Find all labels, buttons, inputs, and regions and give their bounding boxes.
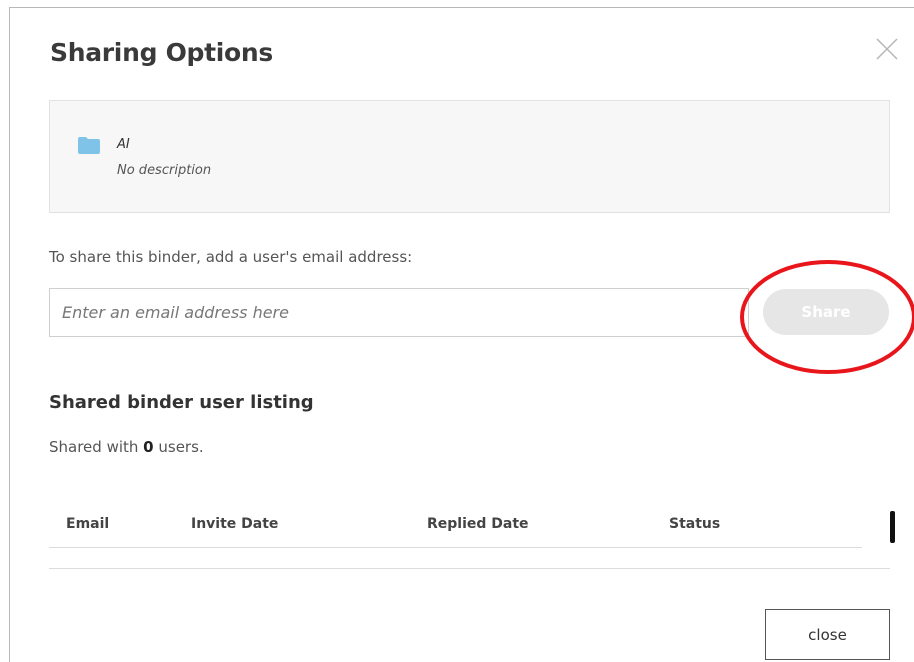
share-button[interactable]: Share	[763, 289, 889, 335]
binder-name: AI	[117, 137, 130, 152]
close-button[interactable]: close	[765, 609, 890, 660]
share-instructions: To share this binder, add a user's email…	[49, 248, 413, 266]
sharing-options-dialog: Sharing Options AI No description To sha…	[9, 7, 914, 662]
column-header-email[interactable]: Email	[66, 516, 109, 532]
column-header-replied-date[interactable]: Replied Date	[427, 516, 529, 532]
listing-title: Shared binder user listing	[49, 392, 314, 413]
binder-info-panel: AI No description	[49, 100, 890, 213]
table-header: Email Invite Date Replied Date Status	[49, 504, 862, 548]
shared-count-number: 0	[143, 438, 154, 456]
table-divider	[49, 568, 890, 569]
email-input[interactable]	[49, 288, 749, 337]
column-header-invite-date[interactable]: Invite Date	[191, 516, 278, 532]
binder-description: No description	[117, 163, 212, 178]
dialog-title: Sharing Options	[50, 38, 273, 67]
close-icon[interactable]	[872, 34, 902, 64]
shared-count-text: Shared with 0 users.	[49, 438, 204, 456]
folder-icon	[78, 137, 100, 154]
column-header-status[interactable]: Status	[669, 516, 720, 532]
table-scrollbar[interactable]	[890, 511, 895, 543]
